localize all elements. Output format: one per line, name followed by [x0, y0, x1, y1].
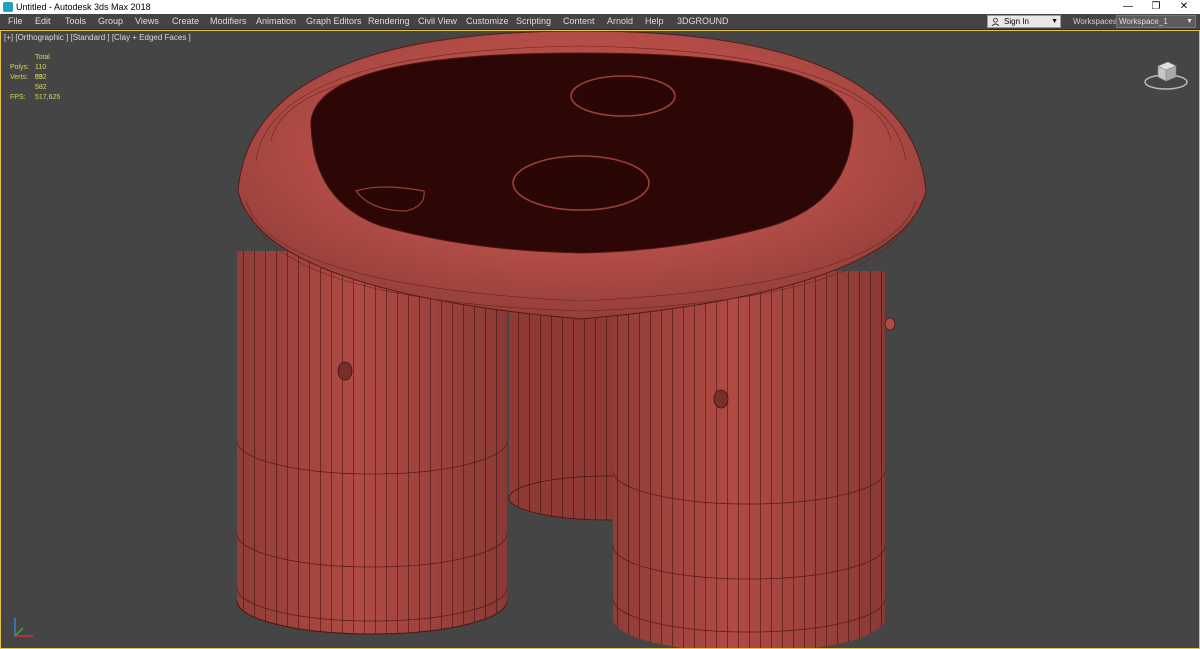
menu-edit[interactable]: Edit	[35, 14, 51, 29]
menu-help[interactable]: Help	[645, 14, 664, 29]
menu-rendering[interactable]: Rendering	[368, 14, 410, 29]
menu-scripting[interactable]: Scripting	[516, 14, 551, 29]
user-icon	[991, 18, 1000, 26]
workspace-select[interactable]: Workspace_1 ▼	[1116, 15, 1196, 28]
3ds-max-app-icon	[3, 2, 13, 12]
menu-tools[interactable]: Tools	[65, 14, 86, 29]
right-cylinder-leg	[612, 271, 896, 648]
viewport-label[interactable]: [+] [Orthographic ] [Standard ] [Clay + …	[4, 33, 191, 42]
menu-graph-editors[interactable]: Graph Editors	[306, 14, 362, 29]
fps-value: 517,625	[35, 94, 61, 101]
chevron-down-icon: ▼	[1051, 18, 1058, 25]
stats-header: Total	[35, 54, 50, 61]
chevron-down-icon: ▼	[1186, 18, 1193, 25]
title-bar: Untitled - Autodesk 3ds Max 2018 — ❐ ✕	[0, 0, 1200, 14]
menu-views[interactable]: Views	[135, 14, 159, 29]
fps-label: FPS:	[10, 94, 26, 101]
menu-customize[interactable]: Customize	[466, 14, 509, 29]
menu-3dground[interactable]: 3DGROUND	[677, 14, 729, 29]
menu-content[interactable]: Content	[563, 14, 595, 29]
viewcube-icon[interactable]	[1141, 53, 1191, 93]
minimize-button[interactable]: —	[1114, 0, 1142, 14]
menu-arnold[interactable]: Arnold	[607, 14, 633, 29]
scene-canvas[interactable]	[1, 31, 1199, 648]
polys-label: Polys:	[10, 64, 30, 71]
workspace-value: Workspace_1	[1119, 17, 1168, 26]
axis-tripod-icon	[14, 618, 33, 637]
verts-value: 55 582	[35, 74, 47, 91]
menu-create[interactable]: Create	[172, 14, 199, 29]
close-button[interactable]: ✕	[1170, 0, 1198, 14]
menu-group[interactable]: Group	[98, 14, 123, 29]
restore-button[interactable]: ❐	[1142, 0, 1170, 14]
workspaces-label: Workspaces:	[1073, 17, 1120, 26]
menu-modifiers[interactable]: Modifiers	[210, 14, 247, 29]
viewport-orthographic[interactable]: [+] [Orthographic ] [Standard ] [Clay + …	[0, 30, 1200, 649]
verts-label: Verts:	[10, 74, 28, 81]
sign-in-label: Sign In	[1004, 17, 1029, 26]
window-title: Untitled - Autodesk 3ds Max 2018	[16, 2, 151, 12]
left-cylinder-leg	[236, 251, 508, 635]
sign-in-dropdown[interactable]: Sign In ▼	[987, 15, 1061, 28]
menu-file[interactable]: File	[8, 14, 23, 29]
menu-civil-view[interactable]: Civil View	[418, 14, 457, 29]
menu-animation[interactable]: Animation	[256, 14, 296, 29]
